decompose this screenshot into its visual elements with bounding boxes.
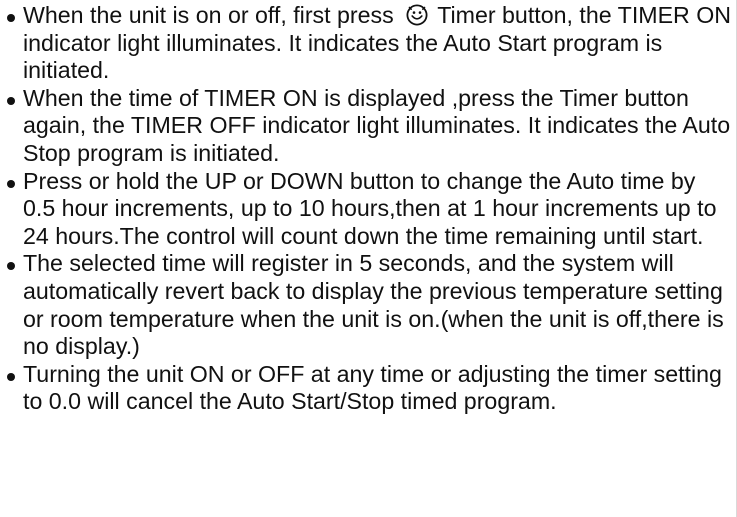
timer-instructions-list: When the unit is on or off, first press … — [6, 2, 734, 416]
bullet-icon — [7, 14, 15, 22]
bullet-icon — [7, 372, 15, 381]
timer-smiley-icon — [406, 4, 428, 26]
list-item-register-time: The selected time will register in 5 sec… — [6, 250, 734, 360]
list-item-cancel-timer: Turning the unit ON or OFF at any time o… — [6, 361, 734, 416]
instruction-text: Turning the unit ON or OFF at any time o… — [23, 360, 722, 415]
list-item-timer-off: When the time of TIMER ON is displayed ,… — [6, 85, 734, 168]
instruction-text-part-1: When the unit is on or off, first press — [23, 2, 401, 28]
list-item-adjust-time: Press or hold the UP or DOWN button to c… — [6, 168, 734, 251]
bullet-icon — [7, 96, 15, 105]
instruction-text: When the time of TIMER ON is displayed ,… — [23, 84, 731, 166]
list-item-timer-on: When the unit is on or off, first press … — [6, 2, 734, 85]
instruction-text: The selected time will register in 5 sec… — [23, 250, 724, 360]
bullet-icon — [7, 179, 15, 188]
bullet-icon — [7, 262, 15, 271]
manual-page: When the unit is on or off, first press … — [0, 0, 737, 517]
instruction-text: Press or hold the UP or DOWN button to c… — [23, 167, 717, 249]
